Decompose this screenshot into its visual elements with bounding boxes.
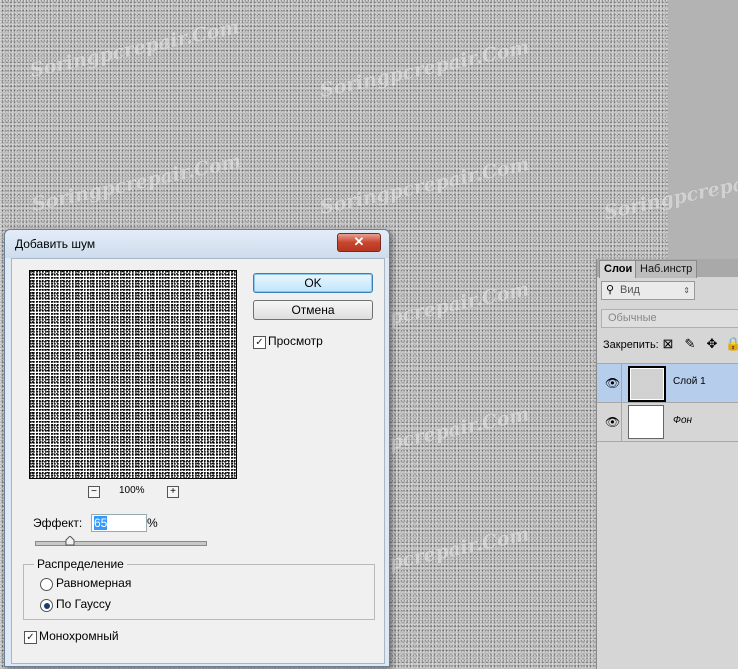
dialog-title: Добавить шум xyxy=(15,237,96,251)
radio-gaussian-label: По Гауссу xyxy=(56,597,111,611)
layer-row[interactable]: 👁 Слой 1 xyxy=(597,363,738,402)
add-noise-dialog: Добавить шум ✕ − 100% + OK Отмена ✓ Прос… xyxy=(4,229,390,667)
lock-label: Закрепить: xyxy=(603,339,659,351)
checkmark-icon: ✓ xyxy=(255,337,264,348)
lock-transparent-icon[interactable]: ⊠ xyxy=(661,337,675,351)
layer-filter-select[interactable]: ⚲ Вид ⇕ xyxy=(601,281,695,300)
effect-label: Эффект: xyxy=(33,516,83,530)
layer-thumbnail xyxy=(628,405,664,439)
ok-button[interactable]: OK xyxy=(253,273,373,293)
search-icon: ⚲ xyxy=(606,284,615,296)
dialog-titlebar[interactable]: Добавить шум ✕ xyxy=(5,230,389,258)
preview-checkbox[interactable]: ✓ xyxy=(253,336,266,349)
distribution-title: Распределение xyxy=(34,557,127,571)
tab-tool-presets[interactable]: Наб.инстр xyxy=(635,260,698,278)
move-icon[interactable]: ✥ xyxy=(705,337,719,351)
layer-name[interactable]: Слой 1 xyxy=(673,376,706,387)
lock-icon[interactable]: 🔒 xyxy=(725,337,738,351)
slider-thumb[interactable] xyxy=(65,536,75,546)
distribution-group: Распределение Равномерная По Гауссу xyxy=(23,557,375,620)
monochrome-checkbox[interactable]: ✓ xyxy=(24,631,37,644)
dialog-body: − 100% + OK Отмена ✓ Просмотр Эффект: 65… xyxy=(11,258,385,664)
panel-tabbar: Слои Наб.инстр xyxy=(597,259,738,278)
radio-uniform-label: Равномерная xyxy=(56,576,132,590)
brush-icon[interactable]: ✎ xyxy=(683,337,697,351)
eye-icon[interactable]: 👁 xyxy=(605,415,620,429)
radio-uniform[interactable] xyxy=(40,578,53,591)
monochrome-label: Монохромный xyxy=(39,629,119,643)
effect-value: 65 xyxy=(94,516,108,530)
layer-thumbnail xyxy=(628,366,666,402)
effect-slider[interactable] xyxy=(35,536,207,546)
blend-mode-value: Обычные xyxy=(608,312,657,324)
layer-name[interactable]: Фон xyxy=(673,415,692,426)
divider xyxy=(621,403,622,441)
radio-gaussian[interactable] xyxy=(40,599,53,612)
preview-label: Просмотр xyxy=(268,334,323,348)
plus-icon: + xyxy=(170,486,176,497)
eye-icon[interactable]: 👁 xyxy=(605,376,620,390)
tab-layers[interactable]: Слои xyxy=(599,260,638,278)
filter-label: Вид xyxy=(620,284,640,296)
layer-row[interactable]: 👁 Фон xyxy=(597,402,738,442)
minus-icon: − xyxy=(91,486,97,497)
effect-input[interactable]: 65 xyxy=(91,514,147,532)
close-icon: ✕ xyxy=(353,234,365,249)
blend-mode-select[interactable]: Обычные xyxy=(601,309,738,328)
checkmark-icon: ✓ xyxy=(26,632,35,643)
effect-unit: % xyxy=(147,516,158,530)
updown-icon: ⇕ xyxy=(683,286,690,295)
cancel-button[interactable]: Отмена xyxy=(253,300,373,320)
divider xyxy=(621,364,622,402)
layers-panel: Слои Наб.инстр ⚲ Вид ⇕ Обычные Закрепить… xyxy=(596,259,738,669)
zoom-out-button[interactable]: − xyxy=(88,486,100,498)
noise-preview[interactable] xyxy=(29,270,237,479)
close-button[interactable]: ✕ xyxy=(337,233,381,252)
zoom-in-button[interactable]: + xyxy=(167,486,179,498)
zoom-level: 100% xyxy=(119,485,145,496)
